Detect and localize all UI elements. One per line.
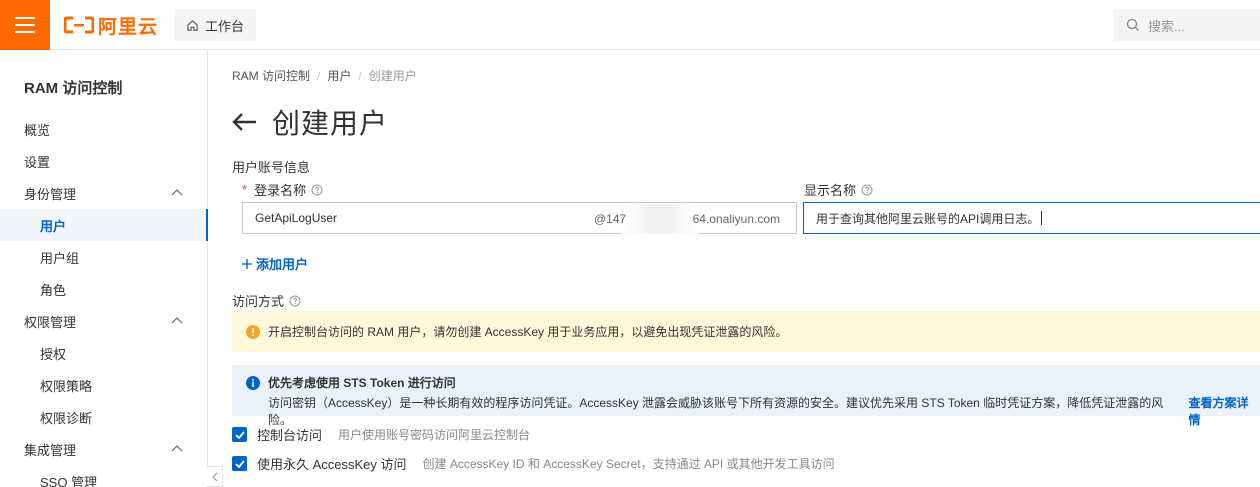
help-icon[interactable]	[289, 295, 301, 307]
info-icon	[246, 375, 260, 390]
breadcrumb-separator: /	[358, 68, 362, 83]
add-user-button[interactable]: 添加用户	[242, 254, 308, 273]
info-title: 优先考虑使用 STS Token 进行访问	[268, 376, 456, 390]
check-icon	[234, 430, 245, 439]
chevron-up-icon	[171, 317, 183, 324]
breadcrumb-users[interactable]: 用户	[327, 67, 351, 84]
sidebar-item-label: 权限管理	[24, 314, 77, 330]
accesskey-access-desc: 创建 AccessKey ID 和 AccessKey Secret，支持通过 …	[422, 457, 835, 471]
page-header: 创建用户	[232, 102, 388, 142]
search-placeholder: 搜索...	[1148, 18, 1185, 34]
sidebar: RAM 访问控制 概览 设置 身份管理 用户 用户组 角色 权限管理 授权 权限…	[0, 50, 208, 487]
sidebar-item-diagnostics[interactable]: 权限诊断	[0, 401, 207, 433]
login-name-field[interactable]: GetApiLogUser @147 64.onaliyun.com	[242, 202, 797, 234]
sidebar-item-label: 授权	[40, 346, 67, 362]
sidebar-item-label: 设置	[24, 154, 51, 170]
info-banner: 优先考虑使用 STS Token 进行访问 访问密钥（AccessKey）是一种…	[232, 365, 1260, 427]
page-title: 创建用户	[272, 108, 389, 139]
sidebar-item-overview[interactable]: 概览	[0, 113, 207, 145]
console-access-label[interactable]: 控制台访问	[257, 425, 322, 444]
warning-text: 开启控制台访问的 RAM 用户，请勿创建 AccessKey 用于业务应用，以避…	[268, 325, 788, 339]
sidebar-item-user-groups[interactable]: 用户组	[0, 241, 207, 273]
plus-icon	[242, 258, 252, 269]
login-name-label: * 登录名称	[242, 180, 323, 199]
aliyun-logo-icon	[64, 16, 94, 34]
sidebar-item-grants[interactable]: 授权	[0, 337, 207, 369]
display-name-field[interactable]: 用于查询其他阿里云账号的API调用日志。	[803, 202, 1260, 234]
sidebar-item-roles[interactable]: 角色	[0, 273, 207, 305]
required-mark: *	[242, 182, 248, 197]
sidebar-item-label: 角色	[40, 282, 67, 298]
workbench-label: 工作台	[204, 18, 244, 34]
home-icon	[187, 19, 198, 31]
login-domain-suffix: 64.onaliyun.com	[692, 212, 780, 226]
sidebar-group-permissions[interactable]: 权限管理	[0, 305, 207, 337]
sidebar-item-label: SSO 管理	[40, 474, 98, 487]
sidebar-group-identity[interactable]: 身份管理	[0, 177, 207, 209]
breadcrumb-current: 创建用户	[368, 69, 417, 83]
login-name-label-text: 登录名称	[254, 183, 307, 198]
view-solution-link[interactable]: 查看方案详情	[1189, 394, 1260, 428]
sidebar-item-users[interactable]: 用户	[0, 209, 208, 241]
workbench-button[interactable]: 工作台	[174, 9, 256, 41]
text-cursor	[1041, 211, 1043, 225]
accesskey-access-checkbox[interactable]	[232, 456, 247, 471]
login-name-value: GetApiLogUser	[255, 211, 338, 225]
sidebar-item-label: 集成管理	[24, 442, 77, 458]
sidebar-title: RAM 访问控制	[24, 80, 123, 97]
sidebar-group-integration[interactable]: 集成管理	[0, 433, 207, 465]
logo-text: 阿里云	[98, 16, 159, 38]
sidebar-item-label: 概览	[24, 122, 51, 138]
chevron-left-icon	[211, 472, 217, 481]
account-section-text: 用户账号信息	[232, 160, 311, 175]
search-input[interactable]: 搜索...	[1114, 9, 1260, 41]
breadcrumb-separator: /	[317, 68, 321, 83]
access-section-label: 访问方式	[232, 291, 301, 310]
console-access-checkbox[interactable]	[232, 427, 247, 442]
accesskey-access-label[interactable]: 使用永久 AccessKey 访问	[257, 454, 407, 473]
sidebar-item-label: 身份管理	[24, 186, 77, 202]
sidebar-item-policies[interactable]: 权限策略	[0, 369, 207, 401]
display-name-label: 显示名称	[804, 180, 873, 199]
help-icon[interactable]	[311, 184, 323, 196]
help-icon[interactable]	[861, 184, 873, 196]
sidebar-item-settings[interactable]: 设置	[0, 145, 207, 177]
search-icon	[1126, 18, 1139, 31]
sidebar-item-label: 用户组	[40, 250, 80, 266]
chevron-up-icon	[171, 445, 183, 452]
console-access-option: 控制台访问 用户使用账号密码访问阿里云控制台	[232, 425, 530, 444]
chevron-up-icon	[171, 189, 183, 196]
sidebar-collapse-handle[interactable]	[207, 466, 223, 487]
access-section-text: 访问方式	[232, 294, 285, 309]
display-name-label-text: 显示名称	[804, 183, 857, 198]
top-bar: 阿里云 工作台 搜索...	[0, 0, 1260, 50]
aliyun-logo[interactable]: 阿里云	[64, 13, 159, 38]
warning-banner: 开启控制台访问的 RAM 用户，请勿创建 AccessKey 用于业务应用，以避…	[232, 311, 1260, 352]
menu-icon[interactable]	[0, 0, 50, 50]
accesskey-access-option: 使用永久 AccessKey 访问 创建 AccessKey ID 和 Acce…	[232, 454, 835, 473]
breadcrumb: RAM 访问控制 / 用户 / 创建用户	[232, 67, 417, 84]
info-body: 访问密钥（AccessKey）是一种长期有效的程序访问凭证。AccessKey …	[268, 396, 1164, 427]
add-user-label: 添加用户	[256, 257, 309, 272]
back-arrow-icon[interactable]	[232, 112, 258, 132]
sidebar-item-label: 权限策略	[40, 378, 93, 394]
sidebar-item-label: 用户	[40, 218, 67, 234]
login-domain-prefix: @147	[594, 212, 627, 226]
warning-icon	[246, 324, 260, 339]
console-access-desc: 用户使用账号密码访问阿里云控制台	[338, 428, 531, 442]
redacted-account-id	[621, 204, 699, 234]
display-name-value: 用于查询其他阿里云账号的API调用日志。	[816, 211, 1040, 226]
check-icon	[234, 459, 245, 468]
sidebar-item-label: 权限诊断	[40, 410, 93, 426]
account-section-label: 用户账号信息	[232, 157, 310, 176]
breadcrumb-ram[interactable]: RAM 访问控制	[232, 67, 310, 84]
sidebar-item-sso[interactable]: SSO 管理	[0, 465, 207, 487]
